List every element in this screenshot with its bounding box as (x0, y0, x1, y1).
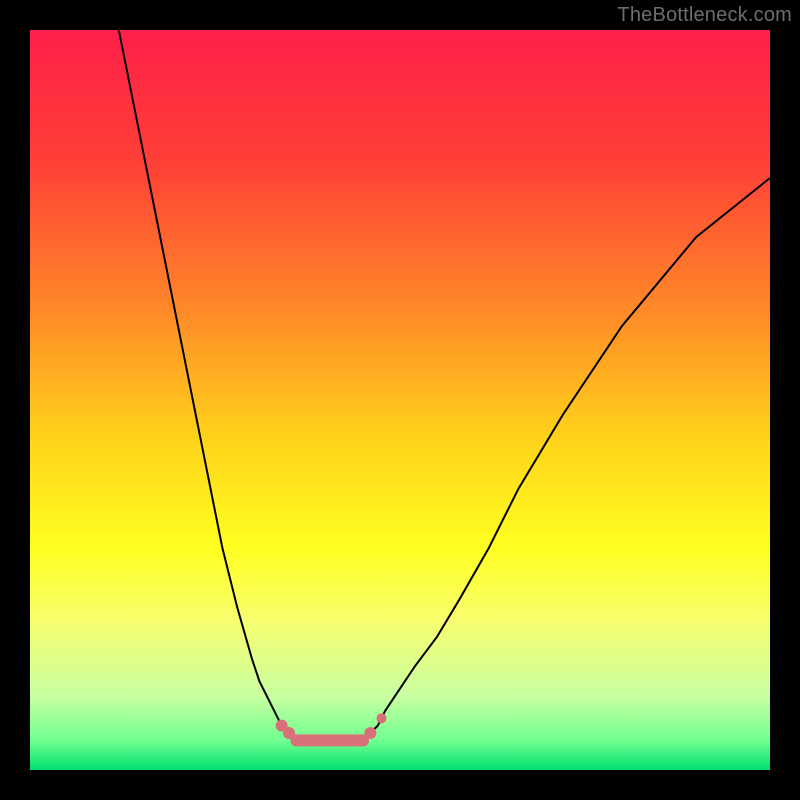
chart-frame: TheBottleneck.com (0, 0, 800, 800)
plot-area (30, 30, 770, 770)
watermark-text: TheBottleneck.com (617, 4, 792, 27)
chart-svg (30, 30, 770, 770)
series-point (364, 727, 376, 739)
series-point (377, 713, 387, 723)
series-point (290, 734, 302, 746)
